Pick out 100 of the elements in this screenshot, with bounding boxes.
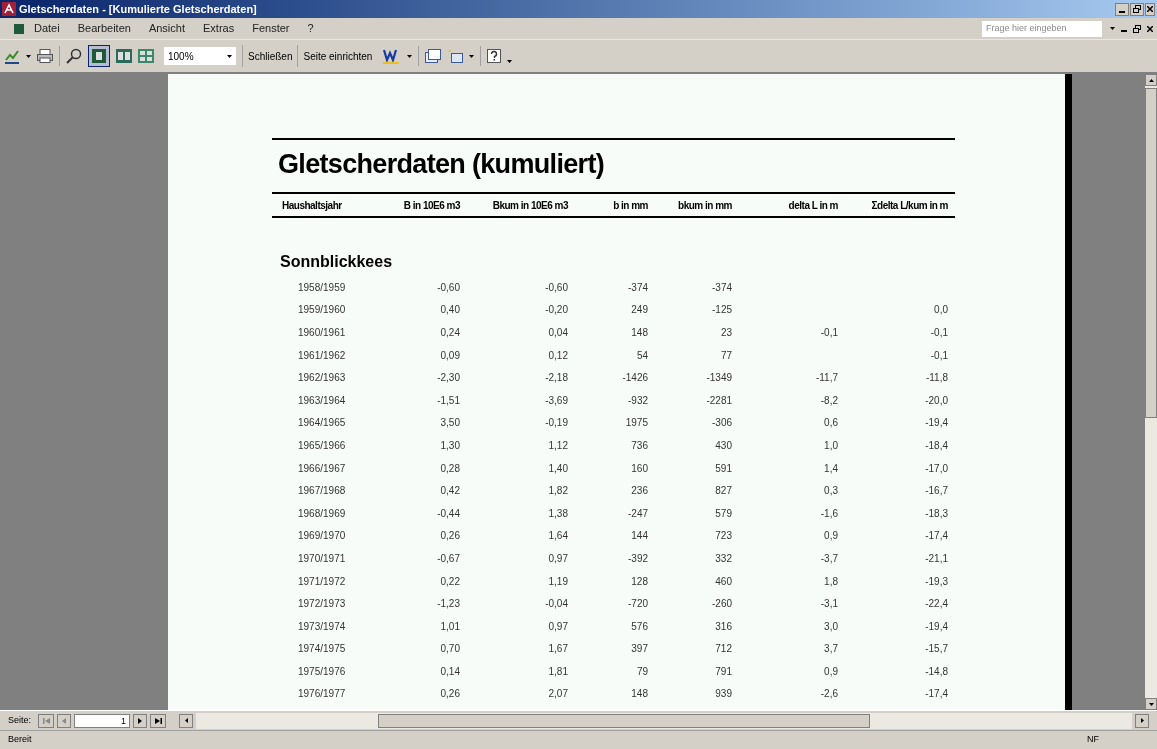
word-icon[interactable] [383, 48, 402, 64]
dropdown-arrow-icon[interactable] [507, 59, 513, 63]
help-icon[interactable] [487, 49, 502, 63]
table-cell-text: -1,51 [436, 393, 460, 408]
two-pages-icon[interactable] [116, 49, 132, 63]
numlock-indicator: NF [1087, 733, 1099, 747]
table-cell-text: -18,4 [924, 438, 948, 453]
column-header: Bkum in 10E6 m3 [491, 198, 568, 213]
toolbar-button[interactable]: Schließen [242, 45, 298, 67]
dropdown-arrow-icon[interactable] [1110, 27, 1115, 30]
help-search-field[interactable]: Frage hier eingeben [982, 20, 1102, 37]
section-heading: Sonnblickkees [280, 252, 394, 272]
minimize-icon[interactable] [1121, 29, 1127, 32]
one-page-button[interactable] [88, 45, 110, 67]
table-cell-text: -247 [627, 506, 648, 521]
table-cell-text: 0,97 [547, 551, 568, 566]
table-cell-text: -21,1 [924, 551, 948, 566]
table-cell-text: 3,50 [439, 416, 460, 431]
table-cell-text: -0,1 [819, 326, 838, 340]
table-cell-text: -1,23 [436, 597, 460, 612]
menu-item[interactable]: Datei [34, 20, 60, 37]
last-page-button[interactable] [150, 713, 166, 728]
vertical-scrollbar[interactable] [1145, 74, 1157, 710]
table-cell-text: 579 [714, 506, 732, 521]
table-cell-text: 576 [630, 619, 648, 634]
table-cell-text: 54 [635, 348, 648, 363]
column-header: Haushaltsjahr [281, 198, 343, 213]
next-page-button[interactable] [133, 713, 147, 728]
table-cell-text: 23 [719, 326, 732, 340]
table-cell-text: 1962/1963 [297, 371, 347, 386]
page-label: Seite: [8, 713, 31, 727]
multiple-pages-icon[interactable] [138, 49, 154, 63]
table-cell-text: 0,28 [439, 461, 460, 476]
table-cell-text: 0,0 [933, 303, 948, 318]
table-cell-text: 0,40 [439, 303, 460, 318]
menu-item[interactable]: Bearbeiten [77, 20, 131, 37]
first-page-icon [42, 717, 50, 724]
zoom-dropdown[interactable]: 100% [164, 47, 236, 65]
close-icon [1147, 6, 1153, 12]
table-cell-text: -392 [627, 551, 648, 566]
previous-page-button[interactable] [57, 713, 71, 728]
table-cell-text: -11,8 [924, 371, 948, 386]
menu-item[interactable]: Fenster [252, 20, 290, 37]
restore-icon [1133, 5, 1141, 13]
close-button[interactable] [1145, 2, 1155, 16]
minimize-button[interactable] [1115, 2, 1129, 16]
toolbar-button[interactable]: Seite einrichten [297, 45, 378, 67]
table-cell-text: 249 [630, 303, 648, 318]
report-title: Gletscherdaten (kumuliert) [278, 148, 606, 181]
table-cell-text: 1960/1961 [297, 326, 347, 340]
scroll-left-button[interactable] [179, 713, 193, 728]
table-cell-text: 332 [714, 551, 732, 566]
table-cell-text: -374 [711, 280, 732, 295]
menu-item[interactable]: Ansicht [148, 20, 185, 37]
table-cell-text: 79 [635, 664, 648, 679]
table-cell-text: -0,20 [544, 303, 568, 318]
previous-icon [62, 717, 66, 724]
table-cell-text: 1,67 [547, 642, 568, 657]
table-cell-text: -1349 [705, 371, 732, 386]
menu-item[interactable]: ? [307, 20, 314, 37]
horizontal-scroll-thumb[interactable] [378, 713, 870, 728]
table-cell-text: 1975/1976 [297, 664, 347, 679]
restore-button[interactable] [1130, 2, 1144, 16]
table-cell-text: 0,42 [439, 484, 460, 499]
table-cell-text: -0,1 [929, 326, 948, 340]
column-header: bkum in mm [677, 198, 732, 213]
table-cell-text: -1426 [621, 371, 648, 386]
table-cell-text: -20,0 [924, 393, 948, 408]
first-page-button[interactable] [38, 713, 54, 728]
dropdown-arrow-icon[interactable] [407, 54, 413, 58]
close-icon[interactable] [1147, 25, 1153, 32]
table-cell-text: -17,0 [924, 461, 948, 476]
chart-view-icon[interactable] [4, 48, 20, 64]
table-cell-text: 0,26 [439, 687, 460, 702]
printer-icon[interactable] [37, 49, 53, 63]
dropdown-arrow-icon [227, 54, 232, 58]
table-cell-text: -0,04 [544, 597, 568, 612]
table-cell-text: -17,4 [924, 529, 948, 544]
dropdown-arrow-icon[interactable] [469, 54, 475, 58]
table-cell-text: -17,4 [924, 687, 948, 702]
page-number-field[interactable]: 1 [74, 713, 130, 728]
table-cell-text: 0,3 [823, 484, 838, 499]
menu-item[interactable]: Extras [203, 20, 235, 37]
table-cell-text: -0,60 [544, 280, 568, 295]
database-window-icon[interactable] [425, 49, 442, 63]
scroll-right-button[interactable] [1135, 713, 1149, 728]
scroll-down-icon [1148, 702, 1154, 706]
table-cell-text: 1,0 [823, 438, 838, 453]
table-cell-text: 0,22 [439, 574, 460, 589]
single-page-icon [92, 49, 106, 63]
new-object-icon[interactable] [447, 49, 464, 63]
table-cell-text: 0,26 [439, 529, 460, 544]
dropdown-arrow-icon[interactable] [26, 54, 31, 58]
table-cell-text: 1963/1964 [297, 393, 347, 408]
column-header: Σdelta L/kum in m [870, 198, 948, 213]
table-cell-text: 1,8 [823, 574, 838, 589]
column-header: B in 10E6 m3 [402, 198, 460, 213]
scroll-thumb[interactable] [1145, 88, 1157, 418]
restore-icon[interactable] [1133, 24, 1141, 33]
search-icon[interactable] [66, 48, 82, 64]
